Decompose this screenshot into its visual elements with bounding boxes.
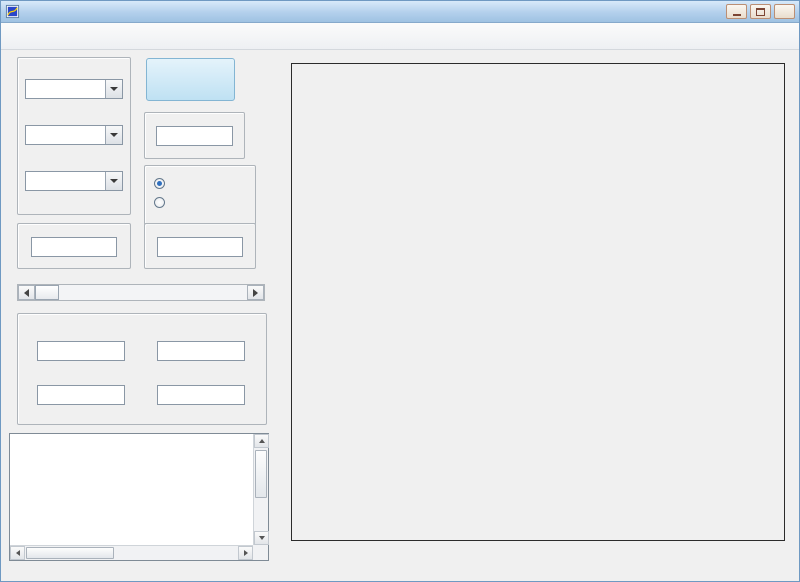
horizontal-scroll-thumb[interactable] — [26, 547, 114, 559]
scroll-left-button[interactable] — [10, 546, 25, 560]
bc-distance-field[interactable] — [37, 385, 125, 405]
vertical-scroll-thumb[interactable] — [255, 450, 267, 498]
atom-c-select[interactable] — [25, 171, 123, 191]
vertical-scrollbar[interactable] — [253, 434, 268, 545]
arrow-down-icon — [259, 536, 265, 540]
plot-type-list — [10, 434, 253, 545]
arrow-left-icon — [24, 289, 29, 297]
atom-a-select[interactable] — [25, 79, 123, 99]
maximize-button[interactable] — [750, 4, 771, 19]
arrow-left-icon — [16, 550, 20, 556]
radio-unselected-icon — [154, 197, 165, 208]
ab-distance-field[interactable] — [37, 341, 125, 361]
slider-right-arrow[interactable] — [247, 285, 264, 300]
scroll-down-button[interactable] — [254, 531, 269, 545]
ab-momentum-field[interactable] — [157, 341, 245, 361]
arrow-right-icon — [253, 289, 258, 297]
radio-selected-icon — [154, 178, 165, 189]
molecular-dynamics-window — [0, 0, 800, 582]
atom-b-select[interactable] — [25, 125, 123, 145]
scroll-up-button[interactable] — [254, 434, 269, 448]
bc-momentum-field[interactable] — [157, 385, 245, 405]
cutoff-field[interactable] — [157, 237, 243, 257]
minimize-icon — [733, 14, 741, 16]
contour-plot[interactable] — [291, 63, 785, 541]
collision-angle-slider[interactable] — [17, 284, 265, 301]
scroll-right-button[interactable] — [238, 546, 253, 560]
scrollbar-corner — [253, 545, 268, 560]
titlebar[interactable] — [1, 1, 799, 23]
horizontal-scrollbar[interactable] — [10, 545, 253, 560]
steps-field[interactable] — [31, 237, 117, 257]
mep-radio[interactable] — [154, 197, 170, 208]
initial-conditions-panel — [17, 313, 267, 425]
chevron-down-icon — [110, 87, 118, 91]
chevron-down-icon — [110, 133, 118, 137]
combo-arrow-button[interactable] — [105, 80, 122, 98]
slider-thumb[interactable] — [35, 285, 59, 300]
dynamics-radio[interactable] — [154, 178, 170, 189]
minimize-button[interactable] — [726, 4, 747, 19]
arrow-right-icon — [244, 550, 248, 556]
plot-type-listbox — [9, 433, 269, 561]
combo-arrow-button[interactable] — [105, 126, 122, 144]
toolbar — [1, 23, 799, 50]
update-button[interactable] — [146, 58, 235, 101]
arrow-up-icon — [259, 439, 265, 443]
maximize-icon — [756, 8, 765, 16]
calculation-type-panel — [144, 165, 256, 225]
delta-value-field[interactable] — [156, 126, 233, 146]
contour-canvas[interactable] — [292, 64, 786, 542]
app-icon — [5, 4, 20, 19]
close-button[interactable] — [774, 4, 795, 19]
slider-left-arrow[interactable] — [18, 285, 35, 300]
chevron-down-icon — [110, 179, 118, 183]
combo-arrow-button[interactable] — [105, 172, 122, 190]
